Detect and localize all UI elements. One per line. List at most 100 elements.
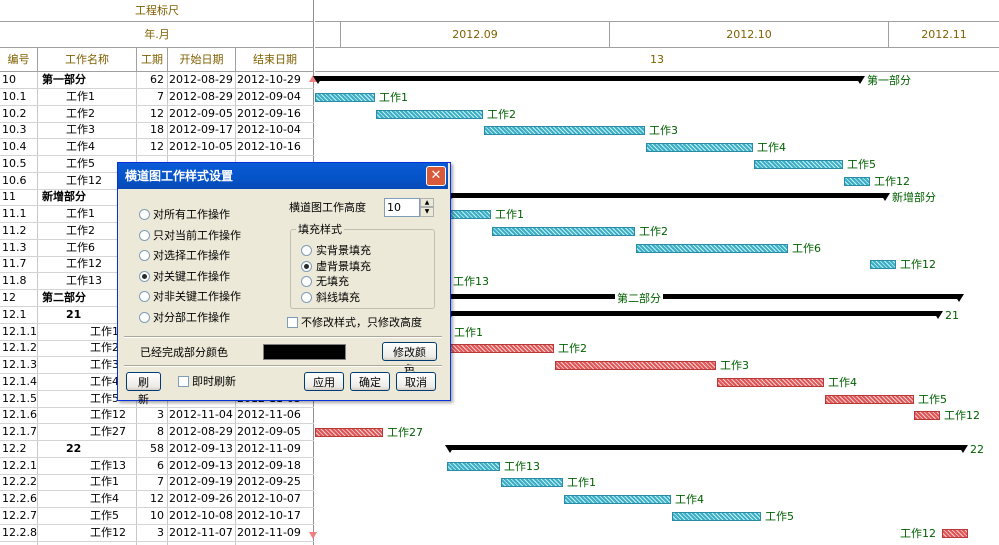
col-header-end[interactable]: 结束日期 [235,48,314,72]
task-bar[interactable] [844,177,870,186]
bar-label: 工作3 [720,359,749,372]
critical-task-bar[interactable] [717,378,824,387]
table-row[interactable]: 12.1.6 工作12 3 2012-11-04 2012-11-06 [0,407,314,424]
col-header-start[interactable]: 开始日期 [167,48,235,72]
spin-down-icon[interactable]: ▼ [420,207,434,217]
task-bar[interactable] [315,93,375,102]
summary-bar[interactable] [313,76,865,84]
task-bar[interactable] [672,512,761,521]
col-header-name[interactable]: 工作名称 [37,48,136,72]
fill-radio[interactable] [301,292,312,303]
cell-end: 2012-09-25 [237,475,301,488]
summary-bar[interactable] [445,193,890,201]
scope-radio[interactable] [139,230,150,241]
fill-radio[interactable] [301,245,312,256]
critical-task-bar[interactable] [315,428,383,437]
table-row[interactable]: 12.2 22 58 2012-09-13 2012-11-09 [0,441,314,458]
cell-start: 2012-10-05 [169,140,233,153]
table-row[interactable]: 10.1 工作1 7 2012-08-29 2012-09-04 [0,89,314,106]
task-bar[interactable] [870,260,896,269]
scope-radio[interactable] [139,250,150,261]
table-row[interactable]: 10.4 工作4 12 2012-10-05 2012-10-16 [0,139,314,156]
scope-radio[interactable] [139,271,150,282]
instant-refresh-checkbox[interactable] [178,376,189,387]
task-bar[interactable] [484,126,645,135]
summary-bar[interactable] [445,311,943,319]
task-bar[interactable] [754,160,843,169]
scope-radio[interactable] [139,291,150,302]
cell-start: 2012-09-05 [169,107,233,120]
refresh-button[interactable]: 刷新 [126,372,161,406]
cell-end: 2012-09-16 [237,107,301,120]
critical-task-bar[interactable] [914,411,940,420]
task-bar[interactable] [447,462,500,471]
height-input[interactable] [384,198,420,217]
spin-up-icon[interactable]: ▲ [420,198,434,207]
cell-id: 12.2.8 [2,526,37,539]
year-month-label: 年.月 [0,22,314,48]
table-row[interactable]: 12.2.8 工作12 3 2012-11-07 2012-11-09 [0,525,314,542]
critical-task-bar[interactable] [825,395,914,404]
table-row[interactable]: 12.2.6 工作4 12 2012-09-26 2012-10-07 [0,491,314,508]
cell-id: 12 [2,291,16,304]
critical-task-bar[interactable] [942,529,968,538]
bar-label: 工作1 [454,326,483,339]
apply-button[interactable]: 应用 [304,372,344,391]
cell-name: 工作12 [90,526,126,539]
completed-color-swatch[interactable] [263,344,346,360]
cell-end: 2012-11-06 [237,408,301,421]
task-bar[interactable] [492,227,635,236]
cell-name: 工作27 [90,425,126,438]
bar-label: 工作3 [649,124,678,137]
cell-duration: 8 [157,425,164,438]
cell-name: 工作2 [66,107,95,120]
cell-id: 12.2.1 [2,459,37,472]
bar-label: 工作12 [944,409,980,422]
completed-color-label: 已经完成部分颜色 [140,346,228,359]
table-row[interactable]: 12.2.2 工作1 7 2012-09-19 2012-09-25 [0,474,314,491]
table-row[interactable]: 12.1.7 工作27 8 2012-08-29 2012-09-05 [0,424,314,441]
cell-id: 11.7 [2,257,27,270]
keep-style-checkbox[interactable] [287,317,298,328]
task-bar[interactable] [636,244,788,253]
table-row[interactable]: 12.2.1 工作13 6 2012-09-13 2012-09-18 [0,458,314,475]
day-marker: 13 [315,48,999,72]
task-bar[interactable] [447,210,491,219]
scope-radio[interactable] [139,312,150,323]
task-bar[interactable] [564,495,671,504]
cell-name: 22 [66,442,82,455]
bar-label: 21 [945,309,959,322]
cell-id: 10.4 [2,140,27,153]
fill-radio[interactable] [301,276,312,287]
bar-label: 工作12 [900,527,936,540]
summary-bar[interactable] [445,445,968,453]
critical-task-bar[interactable] [447,344,554,353]
cell-id: 11.8 [2,274,27,287]
scope-radio[interactable] [139,209,150,220]
table-row[interactable]: 10.3 工作3 18 2012-09-17 2012-10-04 [0,122,314,139]
cell-start: 2012-09-17 [169,123,233,136]
cell-start: 2012-09-26 [169,492,233,505]
ok-button[interactable]: 确定 [350,372,390,391]
bar-label: 第一部分 [867,74,911,87]
task-bar[interactable] [376,110,483,119]
table-row[interactable]: 10.2 工作2 12 2012-09-05 2012-09-16 [0,106,314,123]
cell-duration: 12 [150,107,164,120]
task-bar[interactable] [646,143,753,152]
cell-name: 工作12 [90,408,126,421]
height-spinner[interactable]: ▲ ▼ [420,198,434,217]
col-header-duration[interactable]: 工期 [136,48,167,72]
change-color-button[interactable]: 修改颜色 [382,342,437,376]
table-row[interactable]: 10 第一部分 62 2012-08-29 2012-10-29 [0,72,314,89]
table-row[interactable]: 12.2.7 工作5 10 2012-10-08 2012-10-17 [0,508,314,525]
close-icon[interactable]: ✕ [426,166,446,186]
col-header-id[interactable]: 编号 [0,48,37,72]
critical-task-bar[interactable] [555,361,716,370]
dialog-title[interactable]: 横道图工作样式设置 [118,163,448,189]
cell-duration: 12 [150,492,164,505]
bar-label: 工作1 [495,208,524,221]
cell-id: 12.1.6 [2,408,37,421]
task-bar[interactable] [501,478,563,487]
cancel-button[interactable]: 取消 [396,372,436,391]
fill-radio[interactable] [301,261,312,272]
